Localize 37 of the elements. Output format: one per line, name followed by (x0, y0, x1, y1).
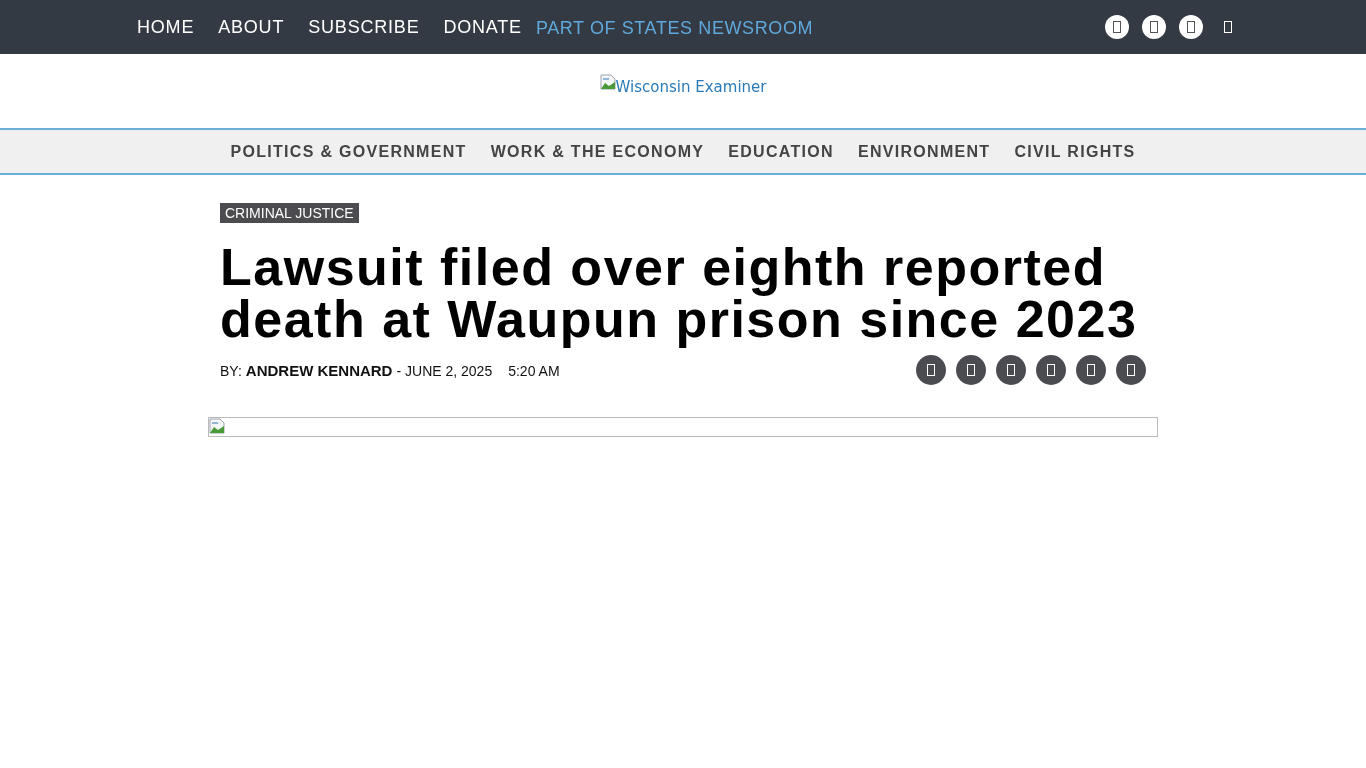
share-button[interactable] (956, 355, 986, 385)
square-icon (967, 364, 975, 376)
share-button[interactable] (996, 355, 1026, 385)
square-icon (1047, 364, 1055, 376)
square-icon (1187, 21, 1195, 33)
nav-link[interactable]: ABOUT (218, 16, 285, 38)
section-link[interactable]: POLITICS & GOVERNMENT (230, 142, 467, 161)
section-link[interactable]: EDUCATION (728, 142, 834, 161)
nav-link[interactable]: HOME (137, 16, 195, 38)
byline-label: BY: (220, 362, 242, 379)
square-icon (1007, 364, 1015, 376)
square-icon (1087, 364, 1095, 376)
square-icon (1127, 364, 1135, 376)
section-link[interactable]: ENVIRONMENT (857, 142, 991, 161)
share-button[interactable] (1076, 355, 1106, 385)
section-link[interactable]: CIVIL RIGHTS (1014, 142, 1136, 161)
share-button[interactable] (1116, 355, 1146, 385)
logo-alt-text[interactable]: Wisconsin Examiner (615, 78, 767, 96)
publish-date: - JUNE 2, 2025 (396, 362, 493, 379)
section-link[interactable]: WORK & THE ECONOMY (490, 142, 705, 161)
social-icon[interactable] (1105, 15, 1129, 39)
publish-time: 5:20 AM (508, 362, 560, 379)
category-tag[interactable]: CRIMINAL JUSTICE (220, 203, 359, 223)
social-icon[interactable] (1179, 15, 1203, 39)
share-button[interactable] (916, 355, 946, 385)
nav-link[interactable]: SUBSCRIBE (308, 16, 420, 38)
broken-image-icon (599, 74, 616, 90)
social-icon[interactable] (1142, 15, 1166, 39)
network-link[interactable]: PART OF STATES NEWSROOM (535, 17, 814, 39)
square-icon (1113, 21, 1121, 33)
square-icon (927, 364, 935, 376)
author-link[interactable]: ANDREW KENNARD (245, 361, 393, 379)
nav-link[interactable]: DONATE (443, 16, 522, 38)
share-button[interactable] (1036, 355, 1066, 385)
broken-image-icon (209, 418, 225, 434)
square-icon (1224, 21, 1232, 33)
square-icon (1150, 21, 1158, 33)
